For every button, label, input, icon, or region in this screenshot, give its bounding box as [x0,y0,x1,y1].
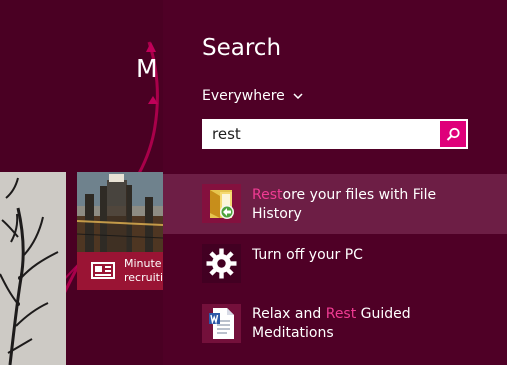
gate-photo-icon [77,172,163,252]
news-tile[interactable]: Minute recruiti [77,172,163,290]
start-screen-background: M Minute recruiti [0,0,163,365]
file-history-icon [202,184,241,223]
search-heading: Search [202,35,282,61]
news-tile-line-1: Minute [124,257,162,270]
search-scope-value: Everywhere [202,88,285,104]
search-box [202,119,468,149]
search-result-turn-off-pc[interactable]: Turn off your PC [163,234,507,294]
photo-tile[interactable] [0,172,66,365]
power-settings-icon [202,244,241,283]
chevron-down-icon [293,93,303,99]
news-photo [77,172,163,252]
search-pane: Search Everywhere rest Restore your file… [163,0,507,365]
news-tile-text: Minute recruiti [124,257,163,285]
search-result-relax-rest[interactable]: Relax and Rest Guided Meditations [163,294,507,354]
magnifier-icon [446,127,460,141]
search-button[interactable] [440,121,466,147]
search-result-title: Restore your files with File History [252,186,482,224]
search-match-highlight: Rest [325,306,357,322]
search-result-title: Relax and Rest Guided Meditations [252,305,482,343]
search-match-highlight: Rest [252,187,283,203]
news-tile-line-2: recruiti [124,271,163,284]
search-result-restore-files[interactable]: Restore your files with File History [163,174,507,234]
start-title-fragment: M [136,54,158,83]
news-tile-caption: Minute recruiti [77,252,163,290]
branch-photo-icon [0,172,66,365]
news-icon [91,262,115,279]
search-result-title: Turn off your PC [252,247,363,263]
windows-8-search-screen: M Minute recruiti Search Everywhere rest… [0,0,507,365]
search-result-title-before: Relax and [252,306,326,322]
search-scope-dropdown[interactable]: Everywhere [202,86,303,106]
word-document-icon [202,304,241,343]
search-input[interactable] [212,119,432,149]
